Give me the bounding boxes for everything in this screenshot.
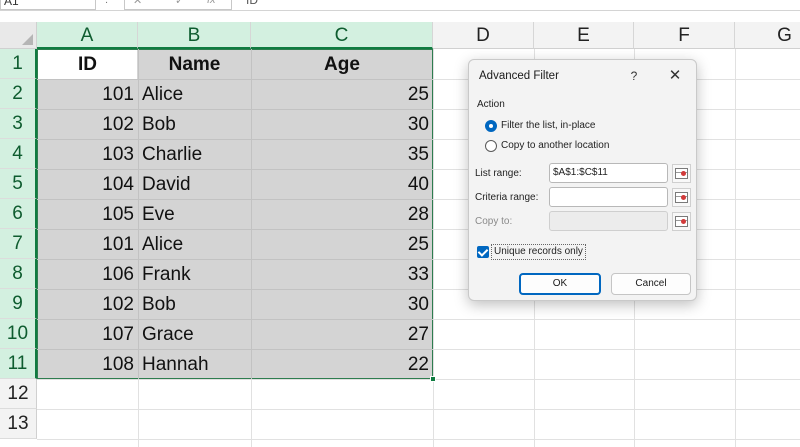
unique-records-checkbox[interactable] [477, 246, 489, 258]
copy-to-location-label[interactable]: Copy to another location [501, 140, 609, 151]
cell-name[interactable]: Hannah [138, 350, 251, 380]
cell-id[interactable]: 107 [37, 320, 138, 350]
row-header-11[interactable]: 11 [0, 349, 37, 379]
formula-content[interactable]: ID [246, 0, 258, 7]
row-header-12[interactable]: 12 [0, 379, 37, 409]
list-range-collapse-button[interactable] [672, 164, 691, 183]
cancel-entry-icon[interactable]: ✕ [133, 0, 142, 7]
criteria-range-label: Criteria range: [475, 192, 539, 203]
row-header-1[interactable]: 1 [0, 49, 37, 79]
cell-name[interactable]: Bob [138, 290, 251, 320]
select-all-corner[interactable] [0, 22, 37, 49]
cell-age[interactable]: 28 [251, 200, 433, 230]
cell-age[interactable]: 30 [251, 110, 433, 140]
cell-id[interactable]: 102 [37, 290, 138, 320]
filter-in-place-radio[interactable] [485, 120, 497, 132]
advanced-filter-dialog: Advanced Filter ? ✕ Action Filter the li… [468, 59, 697, 301]
action-group-label: Action [477, 99, 505, 110]
formula-buttons: ✕ ✓ fx [124, 0, 232, 10]
cell-age[interactable]: 25 [251, 80, 433, 110]
cell-name[interactable]: Alice [138, 230, 251, 260]
ok-button[interactable]: OK [519, 273, 601, 295]
cell-a1[interactable]: ID [37, 50, 138, 80]
row-header-5[interactable]: 5 [0, 169, 37, 199]
row-header-10[interactable]: 10 [0, 319, 37, 349]
dialog-title: Advanced Filter [479, 70, 559, 82]
row-header-7[interactable]: 7 [0, 229, 37, 259]
cell-age[interactable]: 35 [251, 140, 433, 170]
cell-age[interactable]: 25 [251, 230, 433, 260]
cell-name[interactable]: Grace [138, 320, 251, 350]
cell-name[interactable]: Charlie [138, 140, 251, 170]
cell-id[interactable]: 105 [37, 200, 138, 230]
name-box[interactable]: A1 [0, 0, 96, 10]
cell-age[interactable]: 22 [251, 350, 433, 380]
cell-id[interactable]: 104 [37, 170, 138, 200]
row-header-6[interactable]: 6 [0, 199, 37, 229]
cell-name[interactable]: Frank [138, 260, 251, 290]
column-header-d[interactable]: D [433, 22, 534, 49]
name-box-separator: : [105, 0, 109, 6]
help-icon[interactable]: ? [627, 68, 641, 84]
cancel-button[interactable]: Cancel [611, 273, 691, 295]
gridline [37, 439, 800, 440]
gridline [37, 409, 800, 410]
cell-name[interactable]: Eve [138, 200, 251, 230]
cell-age[interactable]: 27 [251, 320, 433, 350]
row-header-9[interactable]: 9 [0, 289, 37, 319]
cell-id[interactable]: 101 [37, 230, 138, 260]
cell-id[interactable]: 102 [37, 110, 138, 140]
cell-age[interactable]: 30 [251, 290, 433, 320]
column-header-c[interactable]: C [251, 22, 433, 49]
criteria-range-input[interactable] [549, 187, 668, 207]
confirm-entry-icon[interactable]: ✓ [175, 0, 184, 7]
column-header-a[interactable]: A [37, 22, 138, 49]
row-header-3[interactable]: 3 [0, 109, 37, 139]
cell-age[interactable]: 40 [251, 170, 433, 200]
range-selector-icon [675, 216, 688, 227]
cell-name[interactable]: David [138, 170, 251, 200]
list-range-label: List range: [475, 168, 522, 179]
column-header-e[interactable]: E [534, 22, 634, 49]
criteria-range-collapse-button[interactable] [672, 188, 691, 207]
column-header-g[interactable]: G [735, 22, 800, 49]
row-header-13[interactable]: 13 [0, 409, 37, 439]
cell-name[interactable]: Alice [138, 80, 251, 110]
cell-id[interactable]: 101 [37, 80, 138, 110]
gridline [433, 49, 434, 447]
copy-to-location-radio[interactable] [485, 140, 497, 152]
filter-in-place-label[interactable]: Filter the list, in-place [501, 120, 595, 131]
insert-function-icon[interactable]: fx [207, 0, 216, 6]
copy-to-label: Copy to: [475, 216, 513, 227]
column-header-b[interactable]: B [138, 22, 251, 49]
cell-age[interactable]: 33 [251, 260, 433, 290]
cell-id[interactable]: 106 [37, 260, 138, 290]
range-selector-icon [675, 168, 688, 179]
cell-id[interactable]: 108 [37, 350, 138, 380]
cell-id[interactable]: 103 [37, 140, 138, 170]
gridline [735, 49, 736, 447]
cell-b1[interactable]: Name [138, 50, 251, 80]
close-icon[interactable]: ✕ [665, 66, 685, 86]
column-header-f[interactable]: F [634, 22, 735, 49]
row-header-2[interactable]: 2 [0, 79, 37, 109]
list-range-input[interactable]: $A$1:$C$11 [549, 163, 668, 183]
formula-bar: A1 : ✕ ✓ fx ID [0, 0, 800, 11]
unique-records-label[interactable]: Unique records only [491, 244, 586, 260]
copy-to-collapse-button [672, 212, 691, 231]
range-selector-icon [675, 192, 688, 203]
copy-to-input [549, 211, 668, 231]
cell-c1[interactable]: Age [251, 50, 433, 80]
cell-name[interactable]: Bob [138, 110, 251, 140]
row-header-8[interactable]: 8 [0, 259, 37, 289]
row-header-4[interactable]: 4 [0, 139, 37, 169]
